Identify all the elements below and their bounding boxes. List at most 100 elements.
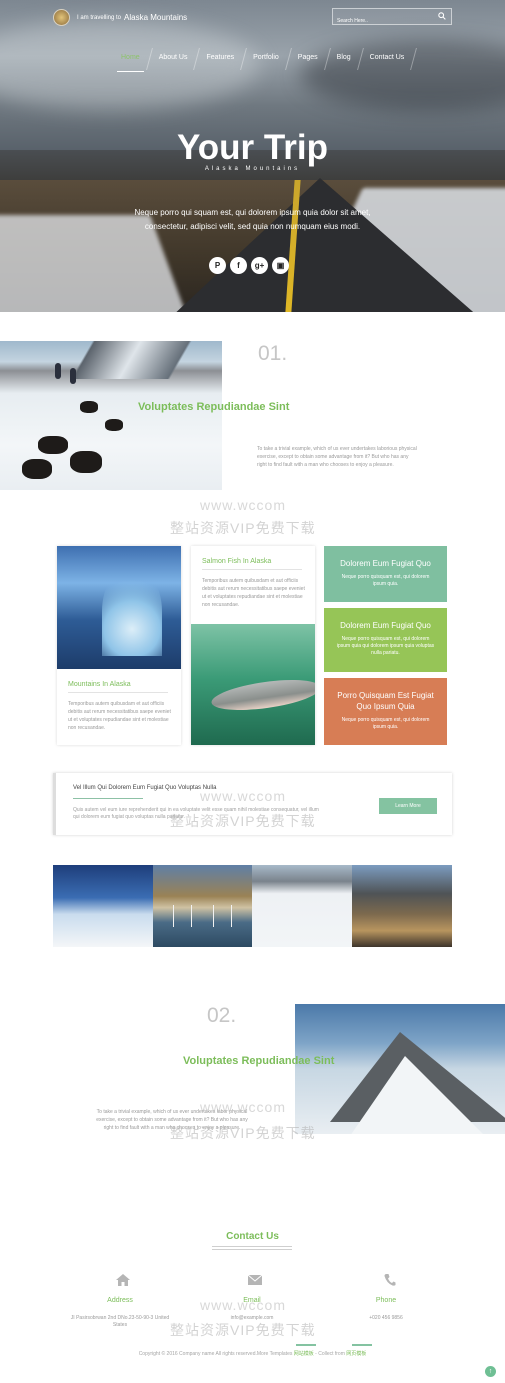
hero-section: I am travelling to Alaska Mountains Home… (0, 0, 505, 312)
photo-mast (231, 905, 232, 927)
watermark-url: www.wccom (200, 1297, 287, 1313)
dog-sled-photo (0, 341, 222, 490)
feature-tile[interactable]: Porro Quisquam Est Fugiat Quo Ipsum Quia… (324, 678, 447, 745)
copyright-text: Copyright © 2016 Company name All rights… (138, 1351, 293, 1357)
tile-text: Neque porro quisquam est, qui dolorem ip… (341, 717, 430, 730)
footer-accent (296, 1344, 316, 1346)
contact-phone-value: +020 456 9856 (369, 1315, 403, 1321)
photo-person (55, 363, 61, 379)
phone-icon (384, 1274, 396, 1286)
hero-subtitle: Alaska Mountains (204, 166, 301, 172)
instagram-icon[interactable]: ▣ (272, 257, 289, 274)
hero-text: Neque porro qui squam est, qui dolorem i… (134, 208, 371, 231)
learn-more-button[interactable]: Learn More (379, 798, 437, 814)
card-text: Temporibus autem quibusdam et aut offici… (202, 578, 305, 608)
contact-address-label: Address (107, 1297, 133, 1304)
card-divider (68, 692, 168, 693)
photo-mast (191, 905, 192, 927)
photo-dog (70, 451, 102, 473)
card-text: Temporibus autem quibusdam et aut offici… (68, 701, 171, 731)
page: I am travelling to Alaska Mountains Home… (0, 0, 505, 1383)
tile-title: Dolorem Eum Fugiat Quo (340, 559, 431, 568)
section-number: 02. (207, 1004, 237, 1027)
watermark-text: 整站资源VIP免费下载 (170, 1322, 316, 1338)
section-title: Voluptates Repudiandae Sint (183, 1055, 335, 1067)
copyright: Copyright © 2016 Company name All rights… (0, 1350, 505, 1357)
contact-divider (212, 1246, 292, 1247)
watermark-url: www.wccom (200, 497, 287, 513)
watermark-url: www.wccom (200, 788, 287, 804)
social-links: P f g+ ▣ (209, 257, 289, 274)
hero-title: Your Trip (176, 128, 329, 167)
pinterest-icon[interactable]: P (209, 257, 226, 274)
watermark-text: 整站资源VIP免费下载 (170, 1125, 316, 1141)
google-plus-icon[interactable]: g+ (251, 257, 268, 274)
gallery-image-valley[interactable] (352, 865, 452, 947)
nav-features[interactable]: Features (199, 50, 241, 70)
photo-dog (105, 419, 123, 431)
photo-mast (173, 905, 174, 927)
nav-contact-us[interactable]: Contact Us (363, 50, 412, 70)
collect-link[interactable]: 网页模板 (346, 1351, 366, 1357)
tile-title: Dolorem Eum Fugiat Quo (340, 621, 431, 630)
logo (53, 9, 70, 26)
photo-snow (350, 1056, 485, 1134)
contact-title: Contact Us (226, 1231, 279, 1242)
photo-dog (22, 459, 52, 479)
watermark-url: www.wccom (200, 1099, 287, 1115)
gallery-image-climbers[interactable] (53, 865, 153, 947)
nav-home[interactable]: Home (114, 50, 147, 72)
gallery-image-harbor[interactable] (153, 865, 253, 947)
brand-prefix: I am travelling to (77, 14, 122, 21)
ice-cave-photo (57, 546, 181, 669)
contact-phone-label: Phone (375, 1297, 397, 1304)
feature-tile[interactable]: Dolorem Eum Fugiat Quo Neque porro quisq… (324, 546, 447, 602)
nav-about-us[interactable]: About Us (152, 50, 195, 70)
photo-ice-arch (102, 566, 162, 656)
feature-tile[interactable]: Dolorem Eum Fugiat Quo Neque porro quisq… (324, 608, 447, 672)
main-nav: Home About Us Features Portfolio Pages B… (112, 48, 418, 72)
hero-road (170, 178, 480, 312)
tile-text: Neque porro quisquam est, qui dolorem ip… (336, 636, 435, 656)
watermark-text: 整站资源VIP免费下载 (170, 520, 316, 536)
back-to-top-button[interactable]: ↑ (485, 1366, 496, 1377)
photo-mountain (20, 341, 222, 379)
section-number: 01. (258, 342, 288, 365)
photo-person (70, 368, 76, 384)
nav-pages[interactable]: Pages (291, 50, 325, 70)
tile-text: Neque porro quisquam est, qui dolorem ip… (341, 574, 430, 587)
photo-dog (38, 436, 68, 454)
templates-link[interactable]: 网站模板 (294, 1351, 314, 1357)
card-salmon[interactable]: Salmon Fish In Alaska Temporibus autem q… (191, 546, 315, 745)
contact-divider (212, 1249, 292, 1250)
brand[interactable]: I am travelling to Alaska Mountains (53, 9, 187, 26)
card-title: Salmon Fish In Alaska (202, 558, 272, 565)
watermark-text: 整站资源VIP免费下载 (170, 813, 316, 829)
envelope-icon (247, 1275, 263, 1285)
brand-name: Alaska Mountains (124, 13, 188, 22)
photo-fish (209, 674, 315, 716)
card-title: Mountains In Alaska (68, 681, 131, 688)
card-mountains[interactable]: Mountains In Alaska Temporibus autem qui… (57, 546, 181, 745)
search-input[interactable] (333, 13, 433, 29)
arrow-up-icon: ↑ (488, 1368, 493, 1375)
photo-mast (213, 905, 214, 927)
card-divider (202, 569, 302, 570)
facebook-icon[interactable]: f (230, 257, 247, 274)
nav-portfolio[interactable]: Portfolio (246, 50, 286, 70)
search-icon[interactable] (438, 12, 446, 20)
tile-title: Porro Quisquam Est Fugiat Quo Ipsum Quia (337, 691, 434, 711)
nav-blog[interactable]: Blog (330, 50, 358, 70)
search-box (332, 8, 452, 29)
banner-divider (73, 798, 143, 799)
section-text: To take a trivial example, which of us e… (257, 446, 417, 468)
section-title: Voluptates Repudiandae Sint (138, 401, 290, 413)
home-icon (116, 1274, 130, 1286)
copyright-text-mid: - Collect from (315, 1351, 345, 1357)
salmon-photo (191, 624, 315, 745)
photo-dog (80, 401, 98, 413)
contact-address-value: JI Pasirsobrwan 2nd DNo.23-50-90-3 Unite… (70, 1315, 170, 1328)
banner-title: Vel Illum Qui Dolorem Eum Fugiat Quo Vol… (73, 785, 217, 791)
gallery-image-dog-sled[interactable] (252, 865, 352, 947)
snowy-peak-photo (295, 1004, 505, 1134)
